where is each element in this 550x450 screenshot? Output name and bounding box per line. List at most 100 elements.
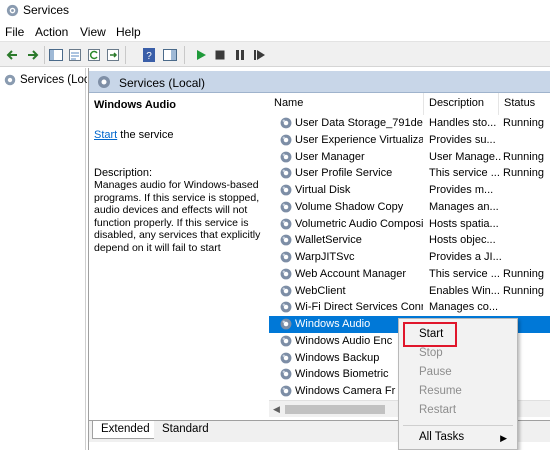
services-gear-icon: [98, 76, 110, 88]
service-gear-icon: [279, 300, 293, 317]
service-row[interactable]: Volumetric Audio Composit... Hosts spatia…: [269, 216, 550, 233]
service-name-cell: User Manager: [295, 150, 365, 163]
service-status-cell: Running: [503, 284, 544, 297]
tree-node-services-local[interactable]: Services (Local): [3, 71, 87, 88]
service-description-cell: This service ...: [429, 267, 500, 280]
menu-item-all-tasks[interactable]: All Tasks: [419, 431, 464, 443]
menu-view[interactable]: View: [80, 25, 106, 39]
service-row[interactable]: User Data Storage_791de Handles sto... Run…: [269, 115, 550, 132]
service-name-cell: User Experience Virtualizatio...: [295, 133, 423, 146]
service-name-cell: WalletService: [295, 234, 362, 247]
service-row[interactable]: Web Account Manager This service ... Runni…: [269, 266, 550, 283]
service-status-cell: Running: [503, 117, 544, 129]
service-gear-icon: [279, 166, 293, 183]
panel-header: Services (Local): [89, 71, 550, 93]
panel-header-title: Services (Local): [119, 76, 206, 90]
service-description-cell: Hosts spatia...: [429, 217, 499, 230]
toolbar-separator: [44, 46, 45, 64]
show-hide-tree-icon[interactable]: [48, 47, 64, 63]
services-gear-icon: [6, 4, 19, 17]
toolbar: ?: [0, 41, 550, 67]
scroll-left-icon[interactable]: ◀: [273, 404, 280, 415]
service-gear-icon: [279, 267, 293, 284]
description-text: Manages audio for Windows-based programs…: [94, 179, 261, 254]
restart-service-icon[interactable]: [251, 47, 267, 63]
service-status-cell: Running: [503, 167, 544, 180]
start-service-link[interactable]: Start: [94, 129, 117, 141]
help-icon[interactable]: ?: [141, 47, 157, 63]
title-bar: Services: [0, 0, 550, 21]
service-row[interactable]: WarpJITSvc Provides a JI...: [269, 249, 550, 266]
selected-service-name: Windows Audio: [94, 99, 176, 111]
service-name-cell: User Profile Service: [295, 167, 393, 180]
service-name-cell: Wi-Fi Direct Services Conne...: [295, 301, 423, 314]
show-action-pane-icon[interactable]: [162, 47, 178, 63]
start-service-line: Start the service: [94, 129, 173, 141]
service-row[interactable]: User Experience Virtualizatio... Provides…: [269, 132, 550, 149]
pause-service-icon[interactable]: [232, 47, 248, 63]
forward-icon[interactable]: [24, 47, 40, 63]
export-list-icon[interactable]: [105, 47, 121, 63]
tab-standard[interactable]: Standard: [154, 421, 217, 439]
description-pane: Windows Audio Start the service Descript…: [94, 96, 266, 416]
window-title: Services: [23, 3, 70, 17]
service-name-cell: Web Account Manager: [295, 267, 407, 280]
menu-action[interactable]: Action: [35, 25, 68, 39]
service-gear-icon: [279, 284, 293, 301]
start-service-suffix: the service: [117, 129, 174, 141]
services-gear-icon: [4, 74, 16, 85]
service-row[interactable]: Volume Shadow Copy Manages an...: [269, 199, 550, 216]
service-row[interactable]: Virtual Disk Provides m...: [269, 182, 550, 199]
menu-item-restart: Restart: [419, 404, 457, 416]
menu-help[interactable]: Help: [116, 25, 141, 39]
service-description-cell: Provides m...: [429, 184, 494, 196]
service-gear-icon: [279, 334, 293, 351]
service-gear-icon: [279, 317, 293, 334]
start-service-icon[interactable]: [193, 47, 209, 63]
service-gear-icon: [279, 133, 293, 150]
service-gear-icon: [279, 183, 293, 200]
service-description-cell: Enables Win...: [429, 284, 500, 297]
stop-service-icon[interactable]: [212, 47, 228, 63]
scroll-thumb[interactable]: [285, 405, 385, 414]
service-description-cell: This service ...: [429, 167, 500, 180]
service-gear-icon: [279, 367, 293, 384]
toolbar-separator: [184, 46, 185, 64]
service-row[interactable]: User Manager User Manage... Running: [269, 149, 550, 166]
console-tree: Services (Local): [0, 68, 87, 450]
column-header-description[interactable]: Description: [424, 93, 499, 115]
service-gear-icon: [279, 200, 293, 217]
menu-file[interactable]: File: [5, 25, 24, 39]
service-status-cell: Running: [503, 267, 544, 280]
service-name-cell: WarpJITSvc: [295, 251, 355, 263]
column-header-status[interactable]: Status: [499, 93, 550, 115]
back-icon[interactable]: [5, 47, 21, 63]
menu-separator: [403, 425, 513, 426]
service-gear-icon: [279, 233, 293, 250]
service-row[interactable]: Wi-Fi Direct Services Conne... Manages co…: [269, 299, 550, 316]
tree-node-label: Services (Local): [20, 73, 87, 86]
service-row[interactable]: WebClient Enables Win... Running: [269, 283, 550, 300]
service-gear-icon: [279, 116, 293, 133]
menu-item-stop: Stop: [419, 347, 443, 359]
service-status-cell: Running: [503, 150, 544, 163]
service-description-cell: User Manage...: [429, 150, 501, 163]
service-gear-icon: [279, 384, 293, 401]
service-gear-icon: [279, 351, 293, 368]
service-gear-icon: [279, 217, 293, 234]
service-name-cell: Volumetric Audio Composit...: [295, 217, 423, 230]
column-header-name[interactable]: Name: [269, 93, 424, 115]
service-description-cell: Provides su...: [429, 133, 496, 146]
description-label: Description:: [94, 167, 153, 179]
properties-icon[interactable]: [67, 47, 83, 63]
highlight-box: [403, 322, 457, 347]
tab-extended[interactable]: Extended: [92, 421, 159, 439]
refresh-icon[interactable]: [86, 47, 102, 63]
menu-item-resume: Resume: [419, 385, 462, 397]
service-name-cell: Virtual Disk: [295, 184, 351, 196]
service-description-cell: Handles sto...: [429, 117, 497, 129]
service-name-cell: User Data Storage_791de: [295, 117, 423, 129]
service-row[interactable]: User Profile Service This service ... Runn…: [269, 165, 550, 182]
service-row[interactable]: WalletService Hosts objec...: [269, 232, 550, 249]
service-gear-icon: [279, 150, 293, 167]
